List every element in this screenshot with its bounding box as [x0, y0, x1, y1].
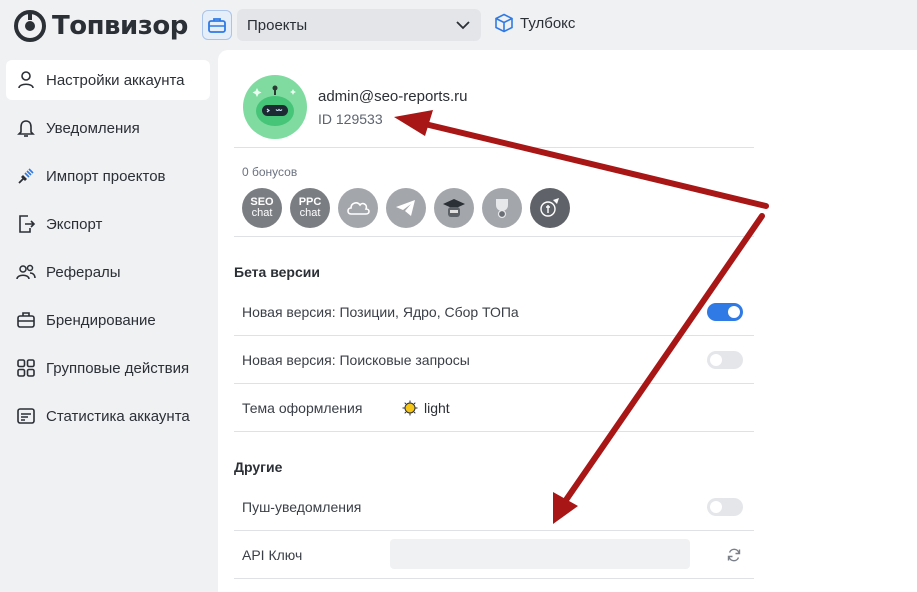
sidebar-item-branding[interactable]: Брендирование [6, 300, 210, 340]
achievement-badges: SEO chat PPC chat [242, 188, 570, 228]
sidebar-item-bulk-actions[interactable]: Групповые действия [6, 348, 210, 388]
seo-chat-icon[interactable]: SEO chat [242, 188, 282, 228]
project-select[interactable]: Проекты [237, 9, 481, 41]
beta-positions-label: Новая версия: Позиции, Ядро, Сбор ТОПа [242, 304, 519, 320]
divider [234, 236, 754, 237]
grid-icon [17, 359, 35, 377]
other-section-title: Другие [234, 459, 283, 475]
divider [234, 383, 754, 384]
beta-positions-toggle[interactable] [707, 303, 743, 321]
account-email: admin@seo-reports.ru [318, 88, 468, 105]
account-id: ID 129533 [318, 111, 383, 127]
briefcase-icon [208, 18, 226, 33]
sidebar-item-referrals[interactable]: Рефералы [6, 252, 210, 292]
sidebar-item-label: Брендирование [46, 311, 156, 329]
chevron-down-icon [456, 21, 470, 30]
badge-line2: chat [299, 207, 321, 219]
users-icon [16, 264, 36, 280]
sidebar-item-label: Экспорт [46, 215, 103, 233]
push-notifications-label: Пуш-уведомления [242, 499, 362, 515]
logo-text: Топвизор [52, 11, 188, 41]
sun-icon [402, 400, 418, 416]
briefcase-icon [17, 312, 35, 328]
robot-avatar-icon [252, 85, 296, 126]
bell-icon [17, 120, 35, 137]
sidebar-item-account-stats[interactable]: Статистика аккаунта [6, 396, 210, 436]
beta-search-queries-label: Новая версия: Поисковые запросы [242, 352, 470, 368]
divider [234, 335, 754, 336]
theme-value: light [424, 400, 450, 416]
badge-line2: chat [251, 207, 273, 219]
toolbox-label: Тулбокс [520, 14, 576, 32]
user-icon [18, 71, 34, 89]
stats-icon [17, 408, 35, 424]
sidebar-item-label: Уведомления [46, 119, 140, 137]
avatar[interactable] [243, 75, 307, 139]
project-select-value: Проекты [247, 16, 308, 34]
divider [234, 530, 754, 531]
divider [234, 578, 754, 579]
sidebar-item-label: Импорт проектов [46, 167, 166, 185]
beta-section-title: Бета версии [234, 264, 320, 280]
sidebar-item-label: Настройки аккаунта [46, 71, 185, 89]
sidebar-item-label: Рефералы [46, 263, 121, 281]
bonus-count: 0 бонусов [242, 165, 298, 179]
top-bar: Топвизор Проекты Тулбокс [0, 0, 917, 50]
export-icon [19, 215, 36, 233]
divider [234, 147, 754, 148]
sidebar-item-account-settings[interactable]: Настройки аккаунта [6, 60, 210, 100]
ppc-chat-icon[interactable]: PPC chat [290, 188, 330, 228]
logo-icon [14, 10, 46, 42]
sidebar-item-label: Групповые действия [46, 359, 190, 377]
rocket-icon[interactable] [530, 188, 570, 228]
api-key-label: API Ключ [242, 547, 303, 563]
cloud-icon[interactable] [338, 188, 378, 228]
cube-icon [495, 13, 513, 33]
theme-label: Тема оформления [242, 400, 363, 416]
api-key-field[interactable] [390, 539, 690, 569]
toolbox-link[interactable]: Тулбокс [494, 13, 575, 33]
plug-icon [18, 168, 34, 184]
beta-search-queries-toggle[interactable] [707, 351, 743, 369]
divider [234, 431, 754, 432]
theme-selector[interactable]: light [402, 400, 450, 416]
account-settings-panel: admin@seo-reports.ru ID 129533 0 бонусов… [218, 50, 917, 592]
refresh-icon[interactable] [727, 548, 741, 562]
graduate-icon[interactable] [434, 188, 474, 228]
sidebar-item-label: Статистика аккаунта [46, 407, 190, 425]
push-notifications-toggle[interactable] [707, 498, 743, 516]
logo[interactable]: Топвизор [14, 10, 188, 42]
projects-button[interactable] [202, 10, 232, 40]
trophy-icon[interactable] [482, 188, 522, 228]
telegram-icon[interactable] [386, 188, 426, 228]
sidebar-item-import[interactable]: Импорт проектов [6, 156, 210, 196]
sidebar-item-notifications[interactable]: Уведомления [6, 108, 210, 148]
sidebar: Настройки аккаунта Уведомления Импорт пр… [0, 50, 218, 592]
sidebar-item-export[interactable]: Экспорт [6, 204, 210, 244]
